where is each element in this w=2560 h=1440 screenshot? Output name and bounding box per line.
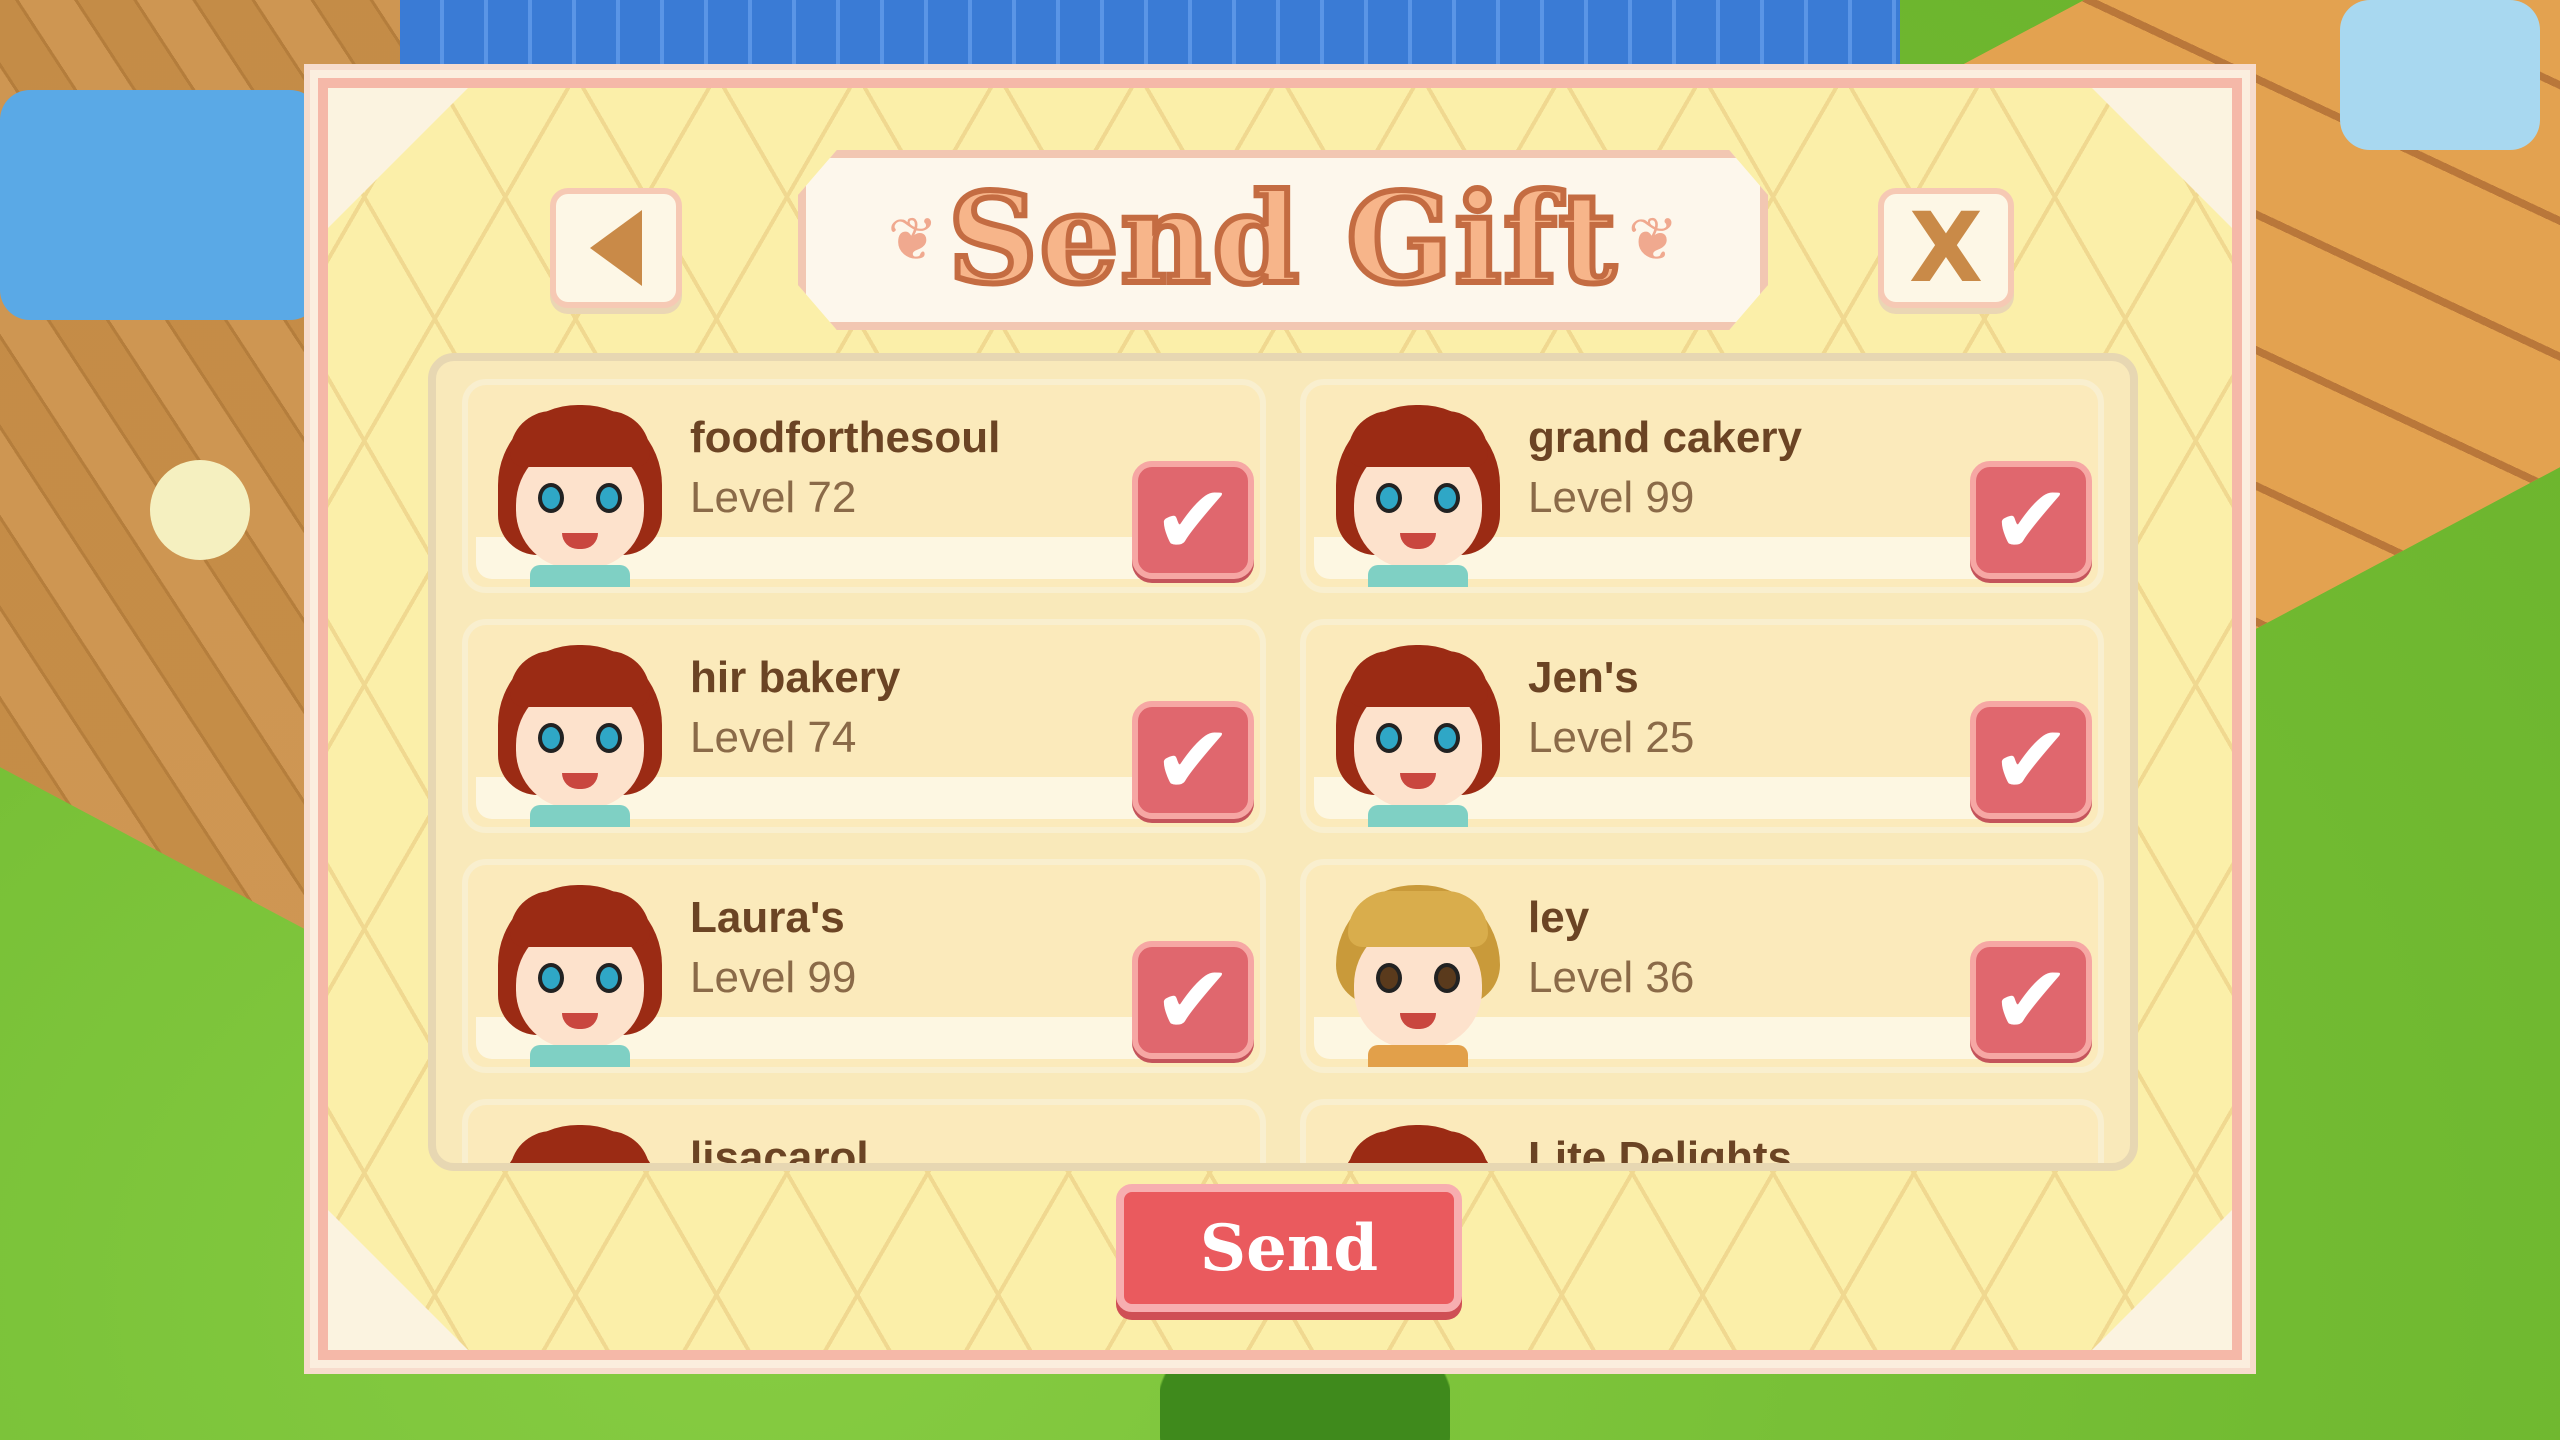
female-chef-avatar bbox=[1332, 645, 1504, 827]
female-chef-avatar bbox=[494, 885, 666, 1067]
friend-name: hir bakery bbox=[690, 653, 901, 702]
friend-name: grand cakery bbox=[1528, 413, 1802, 462]
female-chef-avatar bbox=[494, 645, 666, 827]
friend-level: Level 99 bbox=[690, 953, 857, 1002]
send-button-label: Send bbox=[1199, 1210, 1379, 1286]
friend-card[interactable]: grand cakery Level 99 ✔ bbox=[1300, 379, 2104, 593]
friend-name: Jen's bbox=[1528, 653, 1639, 702]
checkmark-icon: ✔ bbox=[1152, 704, 1234, 816]
friend-name: lisacarol bbox=[690, 1133, 869, 1171]
friend-select-checkbox[interactable]: ✔ bbox=[1132, 941, 1254, 1059]
flourish-icon: ❦ bbox=[887, 205, 938, 275]
friend-name: foodforthesoul bbox=[690, 413, 1001, 462]
send-button[interactable]: Send bbox=[1116, 1184, 1462, 1312]
checkmark-icon: ✔ bbox=[1990, 944, 2072, 1056]
friend-name: ley bbox=[1528, 893, 1590, 942]
send-gift-dialog: ❦ Send Gift ❦ X foodforthesoul Level 72 … bbox=[310, 70, 2250, 1368]
friend-card[interactable]: Lite Delights ✔ bbox=[1300, 1099, 2104, 1171]
checkmark-icon: ✔ bbox=[1990, 464, 2072, 576]
friend-select-checkbox[interactable]: ✔ bbox=[1970, 461, 2092, 579]
friend-list: foodforthesoul Level 72 ✔ grand cakery L… bbox=[462, 379, 2112, 1171]
corner-ornament bbox=[328, 88, 468, 228]
friend-select-checkbox[interactable]: ✔ bbox=[1970, 941, 2092, 1059]
title-plaque: ❦ Send Gift ❦ bbox=[798, 150, 1768, 330]
friend-level: Level 25 bbox=[1528, 713, 1695, 762]
back-button[interactable] bbox=[550, 188, 682, 308]
corner-ornament bbox=[2092, 1210, 2232, 1350]
flower-pot-decoration bbox=[150, 460, 250, 560]
friend-card[interactable]: foodforthesoul Level 72 ✔ bbox=[462, 379, 1266, 593]
male-chef-avatar bbox=[1332, 885, 1504, 1067]
friend-card[interactable]: lisacarol ✔ bbox=[462, 1099, 1266, 1171]
friend-select-checkbox[interactable]: ✔ bbox=[1132, 701, 1254, 819]
checkmark-icon: ✔ bbox=[1152, 464, 1234, 576]
female-chef-avatar bbox=[1332, 405, 1504, 587]
close-icon: X bbox=[1908, 192, 1983, 304]
friend-level: Level 36 bbox=[1528, 953, 1695, 1002]
friend-name: Lite Delights bbox=[1528, 1133, 1793, 1171]
friend-card[interactable]: ley Level 36 ✔ bbox=[1300, 859, 2104, 1073]
friend-name: Laura's bbox=[690, 893, 845, 942]
female-chef-avatar bbox=[494, 405, 666, 587]
bush-decoration bbox=[1160, 1350, 1450, 1440]
female-chef-avatar bbox=[1332, 1125, 1504, 1163]
friend-level: Level 72 bbox=[690, 473, 857, 522]
friend-level: Level 99 bbox=[1528, 473, 1695, 522]
back-arrow-icon bbox=[590, 210, 642, 286]
friend-card[interactable]: Jen's Level 25 ✔ bbox=[1300, 619, 2104, 833]
female-chef-avatar bbox=[494, 1125, 666, 1163]
bread-shelf-decoration bbox=[2340, 0, 2540, 150]
corner-ornament bbox=[2092, 88, 2232, 228]
checkmark-icon: ✔ bbox=[1990, 704, 2072, 816]
flourish-icon: ❦ bbox=[1628, 205, 1679, 275]
friend-select-checkbox[interactable]: ✔ bbox=[1132, 461, 1254, 579]
close-button[interactable]: X bbox=[1878, 188, 2014, 308]
bed-decoration bbox=[0, 90, 320, 320]
friend-level: Level 74 bbox=[690, 713, 857, 762]
friend-select-checkbox[interactable]: ✔ bbox=[1970, 701, 2092, 819]
friend-list-panel[interactable]: foodforthesoul Level 72 ✔ grand cakery L… bbox=[428, 353, 2138, 1171]
corner-ornament bbox=[328, 1210, 468, 1350]
friend-card[interactable]: hir bakery Level 74 ✔ bbox=[462, 619, 1266, 833]
checkmark-icon: ✔ bbox=[1152, 944, 1234, 1056]
friend-card[interactable]: Laura's Level 99 ✔ bbox=[462, 859, 1266, 1073]
dialog-title: Send Gift bbox=[945, 167, 1619, 312]
